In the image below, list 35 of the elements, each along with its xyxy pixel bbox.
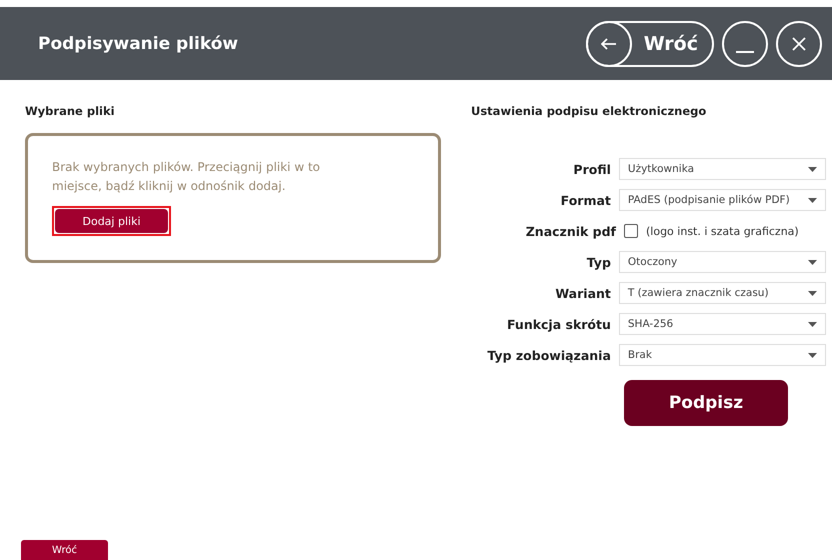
caret-icon xyxy=(808,260,817,264)
caret-icon xyxy=(808,198,817,202)
window-title: Podpisywanie plików xyxy=(38,34,240,54)
select-field[interactable]: PAdES (podpisanie plików PDF) xyxy=(618,189,826,211)
section-heading: Ustawienia podpisu elektronicznego xyxy=(471,104,708,118)
select-field[interactable]: T (zawiera znacznik czasu) xyxy=(618,282,826,304)
field-label: Funkcja skrótu xyxy=(506,316,611,332)
field-label: Wariant xyxy=(554,286,611,300)
select-field[interactable]: Otoczony xyxy=(618,251,826,273)
field-label: Format xyxy=(560,192,611,208)
field-label: Znacznik pdf xyxy=(524,224,616,238)
drop-zone[interactable]: Brak wybranych plików. Przeciągnij pliki w to miejsce, bądź kliknij w odnośnik dodaj. Dodaj pliki xyxy=(25,133,441,263)
close-button[interactable] xyxy=(776,20,822,66)
back-button[interactable]: Wróć xyxy=(586,20,714,66)
add-files-button[interactable]: Dodaj pliki xyxy=(55,209,168,233)
select-field[interactable]: Brak xyxy=(618,344,826,366)
caret-icon xyxy=(808,166,817,172)
select-field[interactable]: Użytkownika xyxy=(618,158,826,180)
minimize-button[interactable] xyxy=(722,20,768,66)
caret-icon xyxy=(808,322,817,326)
empty-message: Brak wybranych plików. Przeciągnij pliki w to miejsce, bądź kliknij w odnośnik dodaj. xyxy=(52,159,322,195)
close-icon xyxy=(792,36,806,50)
caret-icon xyxy=(808,352,817,358)
field-label: Typ xyxy=(586,254,611,270)
minimize-icon xyxy=(735,50,755,52)
arrow-left-icon xyxy=(600,38,617,50)
field-label: Typ zobowiązania xyxy=(486,348,611,362)
back-button[interactable]: Wróć xyxy=(21,540,108,560)
section-heading: Wybrane pliki xyxy=(25,104,116,118)
checkbox-note: (logo inst. i szata graficzna) xyxy=(646,224,799,238)
field-label: Profil xyxy=(572,162,611,176)
select-field[interactable]: SHA-256 xyxy=(618,313,826,335)
sign-button[interactable]: Podpisz xyxy=(624,380,788,426)
caret-icon xyxy=(808,290,817,296)
checkbox[interactable] xyxy=(624,224,638,238)
